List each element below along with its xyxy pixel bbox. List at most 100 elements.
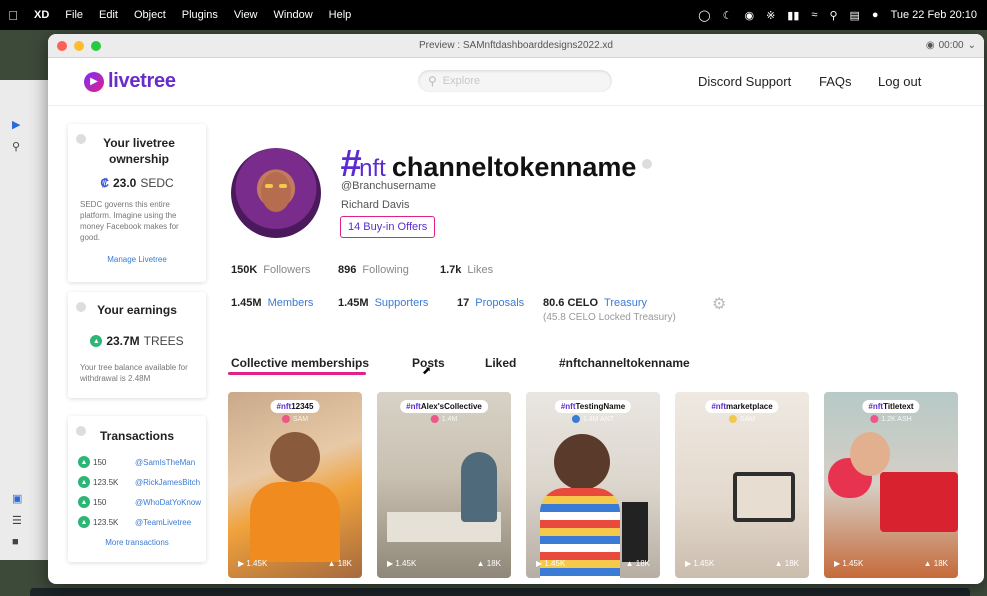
menu-view[interactable]: View	[226, 9, 266, 21]
treasury-value: 80.6 CELO	[543, 297, 599, 309]
owner-label: 1.4M	[441, 415, 458, 423]
transaction-amount: 123.5K	[93, 517, 119, 527]
profile-handle: @Branchusername	[341, 180, 436, 192]
tab-channel-hashtag[interactable]: #nftchanneltokenname	[559, 356, 690, 370]
card-phone-screen	[737, 476, 791, 518]
transaction-user[interactable]: @SamIsTheMan	[135, 458, 195, 467]
nft-card-title: Alex'sCollective	[420, 402, 482, 411]
likes-count: 18K	[784, 559, 799, 568]
battery-icon[interactable]: ▮▮	[787, 9, 799, 22]
faqs-link[interactable]: FAQs	[819, 74, 852, 89]
manage-livetree-link[interactable]: Manage Livetree	[68, 255, 206, 264]
info-icon[interactable]	[642, 159, 653, 169]
members-link[interactable]: Members	[268, 297, 314, 309]
owner-avatar	[281, 415, 290, 423]
select-tool-icon[interactable]: ▶	[12, 118, 20, 131]
nft-card[interactable]: #nftTestingName 1.4M ANT ▶ 1.45K ▲ 18K	[526, 392, 660, 578]
nft-hash: #nft	[276, 402, 292, 411]
plugins-icon[interactable]: ■	[12, 536, 19, 548]
menu-edit[interactable]: Edit	[91, 9, 126, 21]
supporters-stat[interactable]: 1.45M Supporters	[338, 297, 428, 309]
discord-support-link[interactable]: Discord Support	[698, 74, 791, 89]
transaction-row[interactable]: ▲ 150 @WhoDatYoKnow	[68, 492, 206, 512]
channel-hash: #	[340, 143, 362, 185]
channel-nft-prefix: nft	[359, 155, 386, 182]
info-icon[interactable]	[76, 134, 86, 144]
siri-icon[interactable]: ●	[872, 9, 879, 21]
owner-avatar	[728, 415, 737, 423]
followers-stat[interactable]: 150K Followers	[231, 264, 310, 276]
ownership-title: Your livetree ownership	[103, 136, 175, 166]
more-transactions-link[interactable]: More transactions	[68, 538, 206, 547]
timer-value: 00:00	[938, 40, 964, 51]
owner-avatar	[430, 415, 439, 423]
nft-card-likes: ▲ 18K	[923, 559, 948, 568]
wifi-icon[interactable]: ≈	[811, 9, 817, 21]
earnings-value-row: ▲ 23.7M TREES	[68, 334, 206, 348]
recording-timer[interactable]: ◉ 00:00 ⌄	[926, 40, 976, 51]
proposals-stat[interactable]: 17 Proposals	[457, 297, 524, 309]
ownership-value: 23.0	[112, 176, 137, 190]
layers-icon[interactable]: ☰	[12, 514, 22, 527]
following-stat[interactable]: 896 Following	[338, 264, 409, 276]
nft-hash: #nft	[868, 402, 884, 411]
transaction-user[interactable]: @RickJamesBitch	[135, 478, 200, 487]
proposals-link[interactable]: Proposals	[475, 297, 524, 309]
transaction-row[interactable]: ▲ 123.5K @TeamLivetree	[68, 512, 206, 532]
menu-file[interactable]: File	[57, 9, 91, 21]
creative-cloud-icon[interactable]: ◯	[698, 9, 710, 22]
nft-card[interactable]: #nftTitletext 1.2K ASH ▶ 1.45K ▲ 18K	[824, 392, 958, 578]
nft-card[interactable]: #nftmarketplace SAM ▶ 1.45K ▲ 18K	[675, 392, 809, 578]
zoom-tool-icon[interactable]: ⚲	[12, 140, 20, 153]
plays-count: 1.45K	[842, 559, 864, 568]
buy-in-offers-button[interactable]: 14 Buy-in Offers	[340, 216, 436, 238]
supporters-link[interactable]: Supporters	[375, 297, 429, 309]
dock	[30, 588, 970, 596]
moon-icon[interactable]: ☾	[723, 9, 733, 22]
likes-stat[interactable]: 1.7k Likes	[440, 264, 493, 276]
members-stat[interactable]: 1.45M Members	[231, 297, 313, 309]
card-shirt	[250, 482, 340, 562]
control-center-icon[interactable]: ▤	[850, 9, 860, 22]
menu-plugins[interactable]: Plugins	[174, 9, 226, 21]
card-like-subscribe-sign	[880, 472, 958, 532]
zoom-window-button[interactable]	[91, 40, 101, 51]
treasury-stat[interactable]: 80.6 CELO Treasury (45.8 CELO Locked Treas…	[543, 297, 676, 323]
menu-app-name[interactable]: XD	[26, 9, 57, 21]
info-icon[interactable]	[76, 426, 86, 436]
menu-help[interactable]: Help	[321, 9, 360, 21]
channel-name: channeltokenname	[391, 152, 637, 182]
apple-menu-icon[interactable]: 	[0, 8, 26, 23]
minimize-window-button[interactable]	[74, 40, 84, 51]
info-icon[interactable]	[76, 302, 86, 312]
nft-card-owner: 1.4M	[430, 415, 458, 423]
tab-liked[interactable]: Liked	[485, 356, 516, 370]
bluetooth-icon[interactable]: ※	[766, 9, 775, 22]
avatar-eye	[265, 184, 273, 188]
search-bar[interactable]: ⚲	[418, 70, 612, 92]
tab-collective-memberships[interactable]: Collective memberships	[231, 356, 369, 370]
transaction-row[interactable]: ▲ 150 @SamIsTheMan	[68, 452, 206, 472]
nft-card[interactable]: #nft12345 SAM ▶ 1.45K ▲ 18K	[228, 392, 362, 578]
transaction-user[interactable]: @WhoDatYoKnow	[135, 498, 201, 507]
gear-icon[interactable]: ⚙	[712, 294, 726, 314]
menubar-clock[interactable]: Tue 22 Feb 20:10	[891, 9, 977, 21]
assets-icon[interactable]: ▣	[12, 492, 22, 505]
livetree-logo[interactable]: ▶ livetree	[84, 70, 176, 93]
record-icon[interactable]: ◉	[744, 9, 754, 22]
treasury-link[interactable]: Treasury	[604, 297, 647, 309]
ownership-value-row: ₡ 23.0 SEDC	[68, 176, 206, 190]
nft-card-tag: #nftTitletext	[862, 400, 920, 413]
earnings-description: Your tree balance available for withdraw…	[80, 363, 188, 383]
profile-avatar[interactable]	[231, 148, 321, 238]
nft-card[interactable]: #nftAlex'sCollective 1.4M ▶ 1.45K ▲ 18K	[377, 392, 511, 578]
spotlight-icon[interactable]: ⚲	[829, 9, 837, 22]
close-window-button[interactable]	[57, 40, 67, 51]
search-icon: ⚲	[428, 74, 437, 88]
transaction-user[interactable]: @TeamLivetree	[135, 518, 191, 527]
logout-link[interactable]: Log out	[878, 74, 921, 89]
menu-object[interactable]: Object	[126, 9, 174, 21]
menu-window[interactable]: Window	[266, 9, 321, 21]
transaction-row[interactable]: ▲ 123.5K @RickJamesBitch	[68, 472, 206, 492]
search-input[interactable]	[442, 75, 593, 87]
